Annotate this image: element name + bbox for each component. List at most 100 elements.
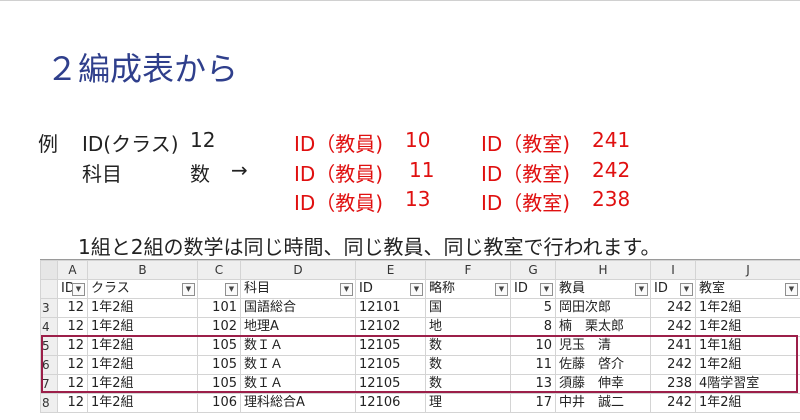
filter-dropdown-icon[interactable]: ▼ [680,283,693,296]
filter-dropdown-icon[interactable]: ▼ [785,283,798,296]
cell-teacher-id[interactable]: 8 [511,318,556,337]
header-cell-room-id[interactable]: ID▼ [651,280,696,299]
cell-class[interactable]: 1年2組 [88,356,198,375]
cell-subject-id[interactable]: 105 [198,337,241,356]
header-cell-subject[interactable]: 科目▼ [241,280,356,299]
column-header-j[interactable]: J [696,261,800,280]
cell-id[interactable]: 12105 [356,337,426,356]
filter-dropdown-icon[interactable]: ▼ [410,283,423,296]
cell-teacher[interactable]: 須藤 伸幸 [556,375,651,394]
cell-room[interactable]: 1年2組 [696,356,800,375]
cell-class[interactable]: 1年2組 [88,337,198,356]
filter-dropdown-icon[interactable]: ▼ [182,283,195,296]
cell-subject[interactable]: 数ＩＡ [241,337,356,356]
cell-subject-id[interactable]: 102 [198,318,241,337]
cell-abbrev[interactable]: 数 [426,356,511,375]
cell-abbrev[interactable]: 数 [426,337,511,356]
row-number[interactable]: 6 [41,356,58,375]
header-cell-id[interactable]: ID▼ [356,280,426,299]
cell-class-id[interactable]: 12 [58,394,88,413]
cell-subject[interactable]: 理科総合A [241,394,356,413]
cell-room[interactable]: 1年2組 [696,299,800,318]
cell-class[interactable]: 1年2組 [88,318,198,337]
filter-dropdown-icon[interactable]: ▼ [540,283,553,296]
row-header[interactable] [41,280,58,299]
column-header-g[interactable]: G [511,261,556,280]
cell-class-id[interactable]: 12 [58,318,88,337]
cell-class[interactable]: 1年2組 [88,299,198,318]
cell-room-id[interactable]: 241 [651,337,696,356]
cell-teacher[interactable]: 児玉 清 [556,337,651,356]
row-number[interactable]: 8 [41,394,58,413]
row-number[interactable]: 3 [41,299,58,318]
row-number[interactable]: 4 [41,318,58,337]
cell-subject[interactable]: 数ＩＡ [241,375,356,394]
column-header-b[interactable]: B [88,261,198,280]
cell-class-id[interactable]: 12 [58,299,88,318]
header-cell-teacher-id[interactable]: ID▼ [511,280,556,299]
column-header-e[interactable]: E [356,261,426,280]
filter-dropdown-icon[interactable]: ▼ [72,283,85,296]
filter-dropdown-icon[interactable]: ▼ [635,283,648,296]
column-header-h[interactable]: H [556,261,651,280]
cell-class-id[interactable]: 12 [58,337,88,356]
cell-id[interactable]: 12102 [356,318,426,337]
cell-room[interactable]: 1年1組 [696,337,800,356]
cell-id[interactable]: 12105 [356,375,426,394]
cell-teacher-id[interactable]: 5 [511,299,556,318]
cell-subject-id[interactable]: 105 [198,375,241,394]
cell-teacher[interactable]: 中井 誠二 [556,394,651,413]
cell-id[interactable]: 12105 [356,356,426,375]
cell-teacher[interactable]: 岡田次郎 [556,299,651,318]
cell-abbrev[interactable]: 理 [426,394,511,413]
header-cell-teacher[interactable]: 教員▼ [556,280,651,299]
cell-subject[interactable]: 数ＩＡ [241,356,356,375]
column-header-i[interactable]: I [651,261,696,280]
header-cell-room[interactable]: 教室▼ [696,280,800,299]
filter-dropdown-icon[interactable]: ▼ [225,283,238,296]
cell-teacher-id[interactable]: 17 [511,394,556,413]
cell-room-id[interactable]: 242 [651,394,696,413]
cell-abbrev[interactable]: 数 [426,375,511,394]
cell-subject-id[interactable]: 106 [198,394,241,413]
table-row: 6 12 1年2組 105 数ＩＡ 12105 数 11 佐藤 啓介 242 1… [41,356,800,375]
header-cell-subject-id[interactable]: ▼ [198,280,241,299]
room-id-value-2: 242 [592,158,630,182]
column-header-f[interactable]: F [426,261,511,280]
column-header-d[interactable]: D [241,261,356,280]
header-cell-class[interactable]: クラス▼ [88,280,198,299]
row-number[interactable]: 7 [41,375,58,394]
cell-id[interactable]: 12106 [356,394,426,413]
cell-abbrev[interactable]: 国 [426,299,511,318]
column-header-a[interactable]: A [58,261,88,280]
cell-teacher[interactable]: 楠 栗太郎 [556,318,651,337]
cell-teacher-id[interactable]: 10 [511,337,556,356]
filter-dropdown-icon[interactable]: ▼ [340,283,353,296]
cell-teacher-id[interactable]: 13 [511,375,556,394]
cell-teacher-id[interactable]: 11 [511,356,556,375]
cell-subject[interactable]: 国語総合 [241,299,356,318]
cell-teacher[interactable]: 佐藤 啓介 [556,356,651,375]
cell-class[interactable]: 1年2組 [88,375,198,394]
cell-room[interactable]: 4階学習室 [696,375,800,394]
select-all-corner[interactable] [41,261,58,280]
cell-subject[interactable]: 地理A [241,318,356,337]
cell-room-id[interactable]: 242 [651,318,696,337]
column-header-c[interactable]: C [198,261,241,280]
cell-class-id[interactable]: 12 [58,356,88,375]
cell-id[interactable]: 12101 [356,299,426,318]
cell-room-id[interactable]: 238 [651,375,696,394]
filter-dropdown-icon[interactable]: ▼ [495,283,508,296]
cell-class-id[interactable]: 12 [58,375,88,394]
cell-room-id[interactable]: 242 [651,356,696,375]
cell-room-id[interactable]: 242 [651,299,696,318]
header-cell-abbrev[interactable]: 略称▼ [426,280,511,299]
cell-room[interactable]: 1年2組 [696,318,800,337]
cell-class[interactable]: 1年2組 [88,394,198,413]
cell-abbrev[interactable]: 地 [426,318,511,337]
row-number[interactable]: 5 [41,337,58,356]
header-cell-class-id[interactable]: ID▼ [58,280,88,299]
cell-room[interactable]: 1年2組 [696,394,800,413]
cell-subject-id[interactable]: 101 [198,299,241,318]
cell-subject-id[interactable]: 105 [198,356,241,375]
